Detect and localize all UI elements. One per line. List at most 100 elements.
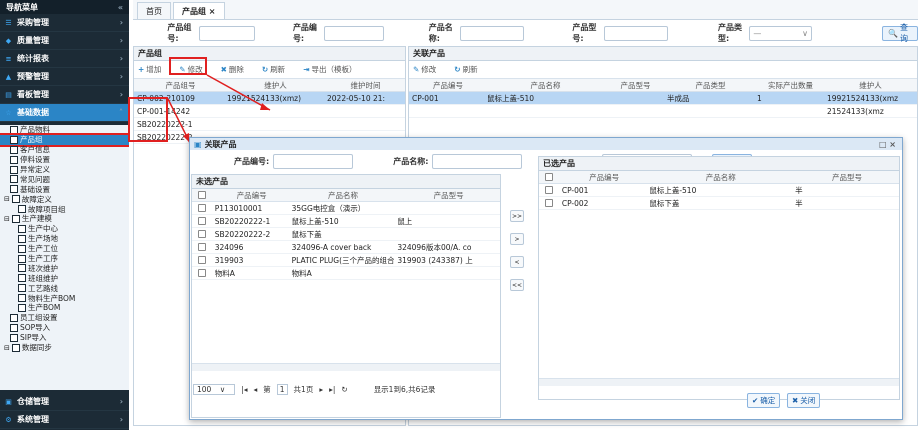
row-checkbox[interactable] (545, 186, 553, 194)
table-row[interactable]: 21524133(xmz (409, 105, 917, 118)
refresh-icon[interactable]: ↻ (341, 385, 347, 394)
tab-product-group[interactable]: 产品组 × (173, 2, 225, 19)
column-header[interactable]: 产品类型 (664, 80, 754, 91)
tree-node[interactable]: 生产中心 (0, 224, 129, 234)
select-all-checkbox[interactable] (545, 173, 553, 181)
table-cell: 324096 (214, 242, 244, 252)
move-button-2[interactable]: < (510, 256, 524, 268)
column-header[interactable]: 产品型号 (604, 80, 664, 91)
row-checkbox[interactable] (198, 217, 206, 225)
tree-node[interactable]: SIP导入 (0, 333, 129, 343)
prev-page-icon[interactable]: ◂ (254, 385, 258, 394)
table-cell: CP-002 (561, 198, 589, 208)
sidebar-item-5[interactable]: ☆ 基础数据 ˄ (0, 104, 129, 122)
column-header[interactable]: 产品名称 (289, 190, 395, 201)
page-number[interactable]: 1 (276, 383, 288, 395)
column-header[interactable]: 产品型号 (394, 190, 500, 201)
move-button-1[interactable]: > (510, 233, 524, 245)
table-row[interactable]: CP-002-210109 19921524133(xmz) 2022-05-10 … (134, 92, 405, 105)
page-icon (18, 234, 26, 243)
sidebar-bottom-item-0[interactable]: ▣ 仓储管理 › (0, 393, 129, 411)
row-checkbox[interactable] (198, 269, 206, 277)
table-row[interactable]: P113010001 35GG电控盒（演示） (192, 202, 500, 215)
product-type-select[interactable]: — ∨ (749, 25, 812, 41)
tree-node[interactable]: 班组维护 (0, 273, 129, 283)
last-page-icon[interactable]: ▸| (329, 385, 335, 394)
dialog-search-input[interactable] (273, 153, 354, 169)
row-checkbox[interactable] (198, 230, 206, 238)
collapse-icon[interactable]: « (118, 3, 123, 12)
sidebar-item-0[interactable]: ☰ 采购管理 › (0, 14, 129, 32)
column-header[interactable]: 产品组号 (134, 80, 224, 91)
column-header[interactable]: 维护时间 (324, 80, 404, 91)
toolbar-button-3[interactable]: ↻ 刷新 (262, 64, 294, 75)
confirm-button[interactable]: ✔ 确定 (747, 393, 781, 408)
row-checkbox[interactable] (198, 204, 206, 212)
next-page-icon[interactable]: ▸ (319, 385, 323, 394)
column-header[interactable]: 产品编号 (409, 80, 484, 91)
column-header[interactable]: 维护人 (824, 80, 914, 91)
table-row[interactable]: SB20220222-1 鼠标上盖-510 鼠上 (192, 215, 500, 228)
search-input[interactable] (603, 25, 668, 41)
page-size-select[interactable]: 100 ∨ (193, 383, 236, 395)
row-checkbox[interactable] (545, 199, 553, 207)
query-button[interactable]: 🔍 查询 (881, 23, 918, 43)
column-header[interactable]: 维护人 (224, 80, 324, 91)
table-cell: 鼠标上盖-510 (487, 93, 535, 103)
tree-node[interactable]: 生产工位 (0, 244, 129, 254)
table-row[interactable]: CP-002 鼠标下盖 半 (539, 197, 899, 210)
table-row[interactable]: 物料A 物料A (192, 267, 500, 280)
tree-node[interactable]: 生产场地 (0, 234, 129, 244)
sidebar-bottom-item-1[interactable]: ⚙ 系统管理 › (0, 411, 129, 429)
table-row[interactable]: CP-001 鼠标上盖-510 半成品 1 19921524133(xmz (409, 92, 917, 105)
column-header[interactable]: 产品名称 (484, 80, 604, 91)
tree-node[interactable]: ⊟ 数据同步 (0, 343, 129, 353)
table-row[interactable]: CP-001-14242 (134, 105, 405, 118)
expand-icon[interactable]: ⊟ (4, 215, 10, 223)
row-checkbox[interactable] (198, 243, 206, 251)
column-header[interactable]: 产品型号 (792, 172, 899, 183)
selected-hscrollbar[interactable] (539, 378, 899, 386)
table-row[interactable]: SB20220222-2 鼠标下盖 (192, 228, 500, 241)
table-row[interactable]: CP-001 鼠标上盖-510 半 (539, 184, 899, 197)
sidebar-item-2[interactable]: ≡ 统计报表 › (0, 50, 129, 68)
first-page-icon[interactable]: |◂ (241, 385, 247, 394)
move-button-3[interactable]: << (510, 279, 524, 291)
table-row[interactable]: 319903 PLATIC PLUG(三个产品的组合件) 319903 (24338… (192, 254, 500, 267)
dialog-window-controls[interactable]: □ × (879, 140, 896, 149)
column-header[interactable]: 产品编号 (212, 190, 289, 201)
search-input[interactable] (324, 25, 384, 41)
tree-node[interactable]: 生产工序 (0, 254, 129, 264)
tab-home[interactable]: 首页 (137, 2, 171, 19)
search-input[interactable] (460, 25, 525, 41)
tree-node[interactable]: 物料生产BOM (0, 293, 129, 303)
expand-icon[interactable]: ⊟ (4, 195, 10, 203)
sidebar-item-3[interactable]: ▲ 预警管理 › (0, 68, 129, 86)
column-header[interactable]: 实际产出数量 (754, 80, 824, 91)
tree-node[interactable]: 故障项目组 (0, 204, 129, 214)
table-cell: 21524133(xmz (827, 106, 884, 116)
toolbar-button-2[interactable]: ✖ 删除 (221, 64, 253, 75)
toolbar-button-0[interactable]: ✎ 修改 (413, 64, 445, 75)
sidebar-item-4[interactable]: ▤ 看板管理 › (0, 86, 129, 104)
move-button-0[interactable]: >> (510, 210, 524, 222)
expand-icon[interactable]: ⊟ (4, 344, 10, 352)
unselected-hscrollbar[interactable] (192, 363, 500, 371)
toolbar-button-4[interactable]: ⇥ 导出（模板） (303, 64, 365, 75)
tree-node[interactable]: ⊟ 生产建模 (0, 214, 129, 224)
tree-node[interactable]: 班次维护 (0, 263, 129, 273)
tree-node[interactable]: 基础设置 (0, 184, 129, 194)
dialog-search-input[interactable] (432, 153, 523, 169)
column-header[interactable]: 产品名称 (646, 172, 792, 183)
sidebar-item-1[interactable]: ◆ 质量管理 › (0, 32, 129, 50)
close-button[interactable]: ✖ 关闭 (787, 393, 821, 408)
toolbar-button-0[interactable]: + 增加 (138, 64, 170, 75)
column-header[interactable]: 产品编号 (559, 172, 647, 183)
toolbar-button-1[interactable]: ↻ 刷新 (454, 64, 486, 75)
search-input[interactable] (198, 25, 255, 41)
table-row[interactable]: 324096 324096-A cover back 324096版本00/A. c… (192, 241, 500, 254)
table-row[interactable]: SB20220222-1 (134, 118, 405, 131)
row-checkbox[interactable] (198, 256, 206, 264)
selected-grid-header: 产品编号 产品名称 产品型号 (539, 171, 899, 184)
select-all-checkbox[interactable] (198, 191, 206, 199)
